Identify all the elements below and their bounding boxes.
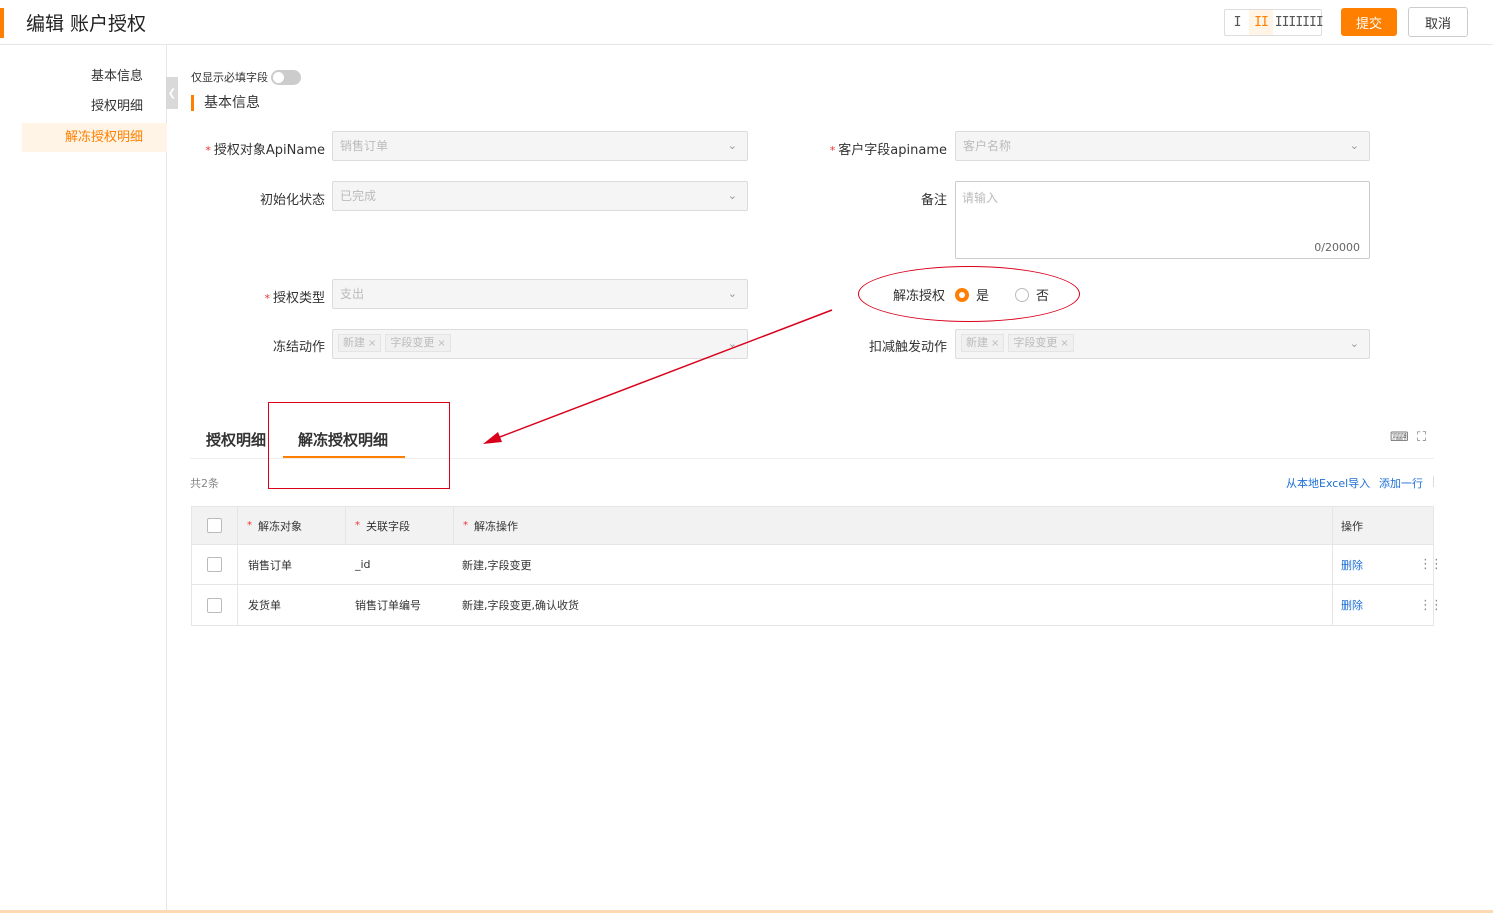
annotation-arrow — [483, 309, 833, 444]
